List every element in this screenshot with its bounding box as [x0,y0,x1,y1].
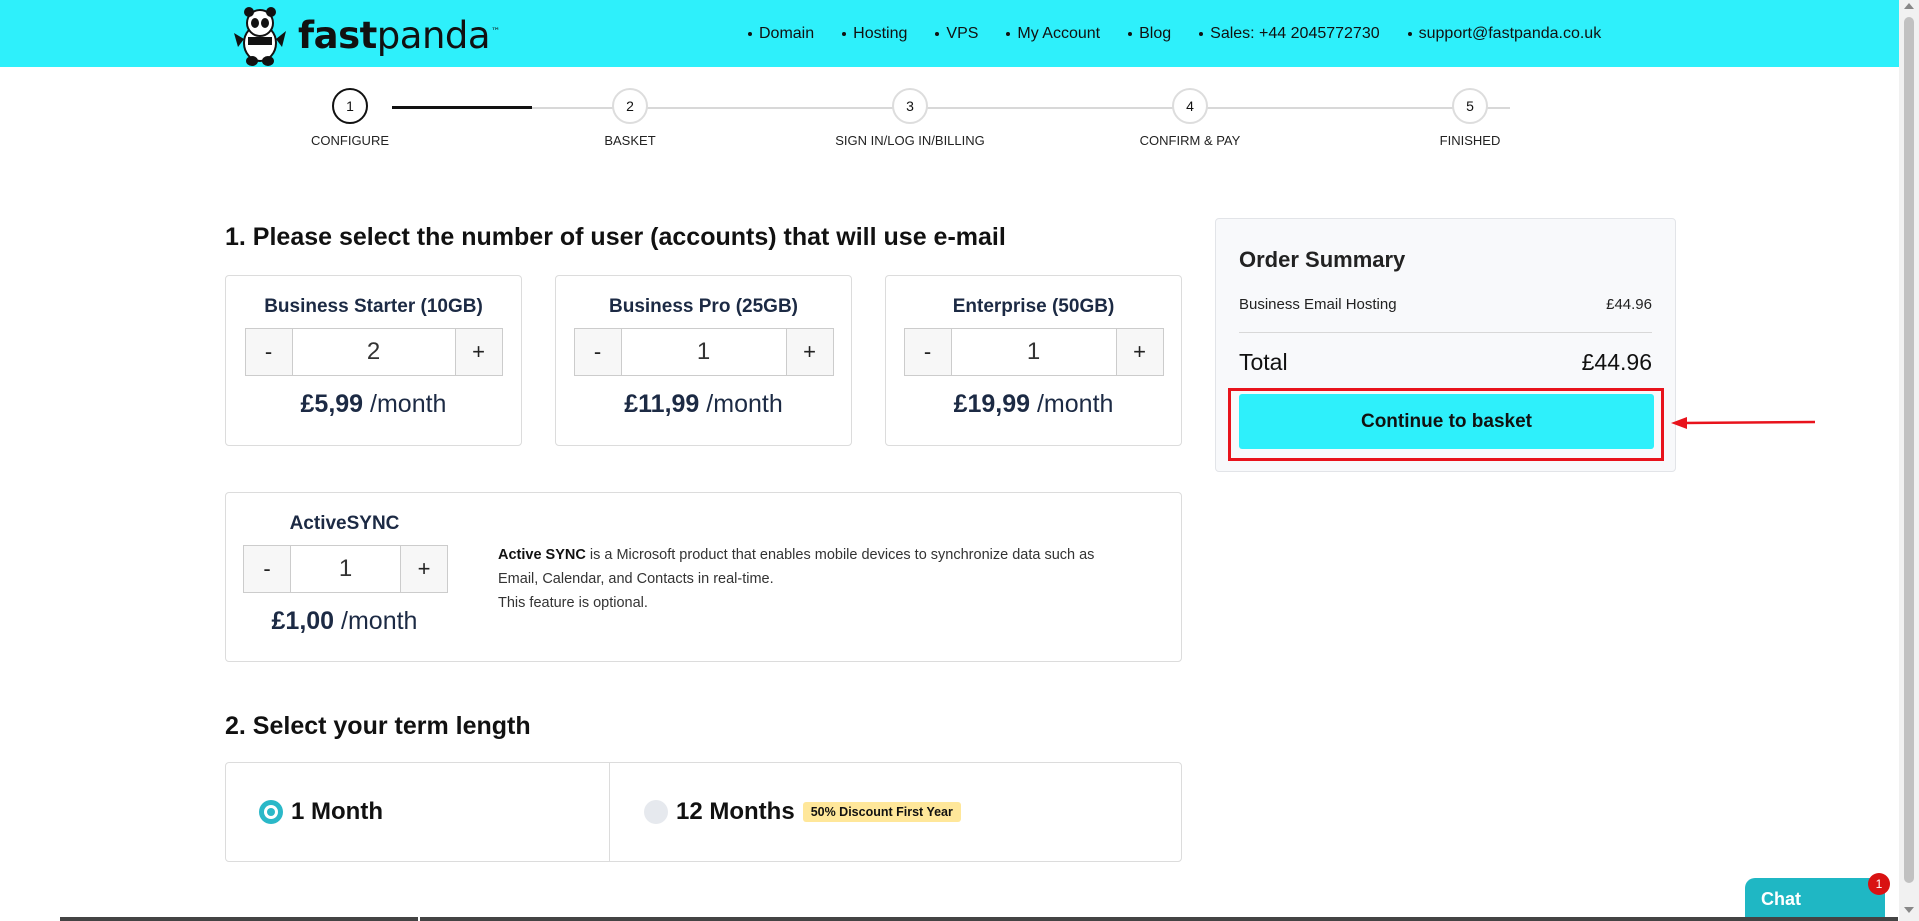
logo-wordmark: fastpanda™ [298,13,500,57]
plan-name: Business Starter (10GB) [264,296,483,317]
activesync-name: ActiveSYNC [289,513,400,534]
plan-name: Business Pro (25GB) [609,296,798,317]
increment-button[interactable]: + [786,329,833,375]
activesync-card: ActiveSYNC - 1 + £1,00 /month Active SYN… [225,492,1182,662]
step-number: 4 [1172,88,1208,124]
bullet-icon [1128,31,1133,36]
plan-name: Enterprise (50GB) [952,296,1115,317]
main-nav: Domain Hosting VPS My Account Blog Sales… [748,0,1629,67]
step-finished: 5 Finished [1380,88,1560,148]
decrement-button[interactable]: - [904,329,951,375]
discount-badge: 50% Discount First Year [802,802,961,822]
quantity-input[interactable]: 1 [620,329,787,375]
quantity-input[interactable]: 1 [950,329,1117,375]
footer-edge [60,917,1898,921]
term-label: 1 Month [291,798,383,825]
activesync-description: Active SYNC is a Microsoft product that … [498,547,1095,611]
footer-edge-gap [418,917,420,921]
step-label: Sign in/Log in/Billing [835,133,985,148]
section-term-heading: 2. Select your term length [225,712,531,740]
nav-support-email[interactable]: support@fastpanda.co.uk [1407,25,1601,43]
bullet-icon [748,31,752,36]
scroll-up-arrow-icon[interactable] [1904,3,1914,9]
bullet-icon [935,31,940,36]
top-header: fastpanda™ Domain Hosting VPS My Account… [0,0,1899,67]
summary-line-item: Business Email Hosting £44.96 [1239,296,1652,313]
step-label: Confirm & Pay [1139,133,1241,148]
step-label: Configure [311,133,389,148]
decrement-button[interactable]: - [574,329,621,375]
term-divider [609,763,610,861]
panda-logo-icon [234,7,286,66]
step-number: 2 [612,88,648,124]
plan-card-business-pro: Business Pro (25GB) - 1 + £11,99 /month [555,275,852,446]
step-number: 3 [892,88,928,124]
summary-divider [1239,332,1652,333]
line-item-price: £44.96 [1606,296,1652,313]
line-item-name: Business Email Hosting [1239,296,1397,313]
increment-button[interactable]: + [1116,329,1163,375]
step-label: Finished [1439,133,1501,148]
quantity-stepper: - 2 + [244,328,503,376]
nav-blog[interactable]: Blog [1128,25,1171,43]
step-number: 5 [1452,88,1488,124]
bullet-icon [1006,31,1011,36]
plan-price: £11,99 /month [624,390,783,418]
scroll-thumb[interactable] [1904,17,1914,883]
step-label: Basket [604,133,656,148]
nav-my-account[interactable]: My Account [1006,25,1100,43]
section-users-heading: 1. Please select the number of user (acc… [225,223,1006,251]
quantity-input[interactable]: 2 [291,329,456,375]
order-summary-title: Order Summary [1239,247,1406,272]
decrement-button[interactable]: - [244,546,290,592]
term-length-card: 1 Month 12 Months 50% Discount First Yea… [225,762,1182,862]
highlight-box [1228,388,1664,461]
quantity-stepper: - 1 + [243,545,448,593]
fastpanda-logo[interactable]: fastpanda™ [230,2,500,68]
scroll-down-arrow-icon[interactable] [1904,907,1914,913]
total-label: Total [1239,349,1288,375]
term-option-1-month[interactable]: 1 Month [259,763,383,861]
plan-price: £19,99 /month [953,390,1114,418]
total-price: £44.96 [1581,349,1652,375]
step-basket: 2 Basket [540,88,720,148]
plan-card-enterprise: Enterprise (50GB) - 1 + £19,99 /month [885,275,1182,446]
quantity-stepper: - 1 + [903,328,1164,376]
bullet-icon [842,31,847,36]
chat-notification-badge: 1 [1868,873,1890,895]
summary-total: Total £44.96 [1239,349,1652,376]
nav-sales-phone[interactable]: Sales: +44 2045772730 [1199,25,1380,43]
step-number: 1 [332,88,368,124]
chat-widget-button[interactable]: Chat [1745,878,1885,921]
step-configure: 1 Configure [260,88,440,148]
radio-unselected-icon[interactable] [644,800,668,824]
step-confirm-pay: 4 Confirm & Pay [1100,88,1280,148]
increment-button[interactable]: + [401,546,447,592]
increment-button[interactable]: + [455,329,502,375]
activesync-price: £1,00 /month [271,607,418,635]
decrement-button[interactable]: - [245,329,292,375]
plan-price: £5,99 /month [300,390,447,418]
bullet-icon [1407,31,1412,36]
checkout-stepper: 1 Configure 2 Basket 3 Sign in/Log in/Bi… [311,88,1510,158]
red-arrow-icon [1671,417,1816,429]
nav-domain[interactable]: Domain [748,25,814,43]
plan-card-business-starter: Business Starter (10GB) - 2 + £5,99 /mon… [225,275,522,446]
page-scrollbar[interactable] [1899,0,1919,921]
radio-selected-icon[interactable] [259,800,283,824]
quantity-input[interactable]: 1 [290,546,401,592]
term-option-12-months[interactable]: 12 Months 50% Discount First Year [644,763,961,861]
term-label: 12 Months [676,798,795,825]
quantity-stepper: - 1 + [573,328,834,376]
nav-hosting[interactable]: Hosting [842,25,907,43]
nav-vps[interactable]: VPS [935,25,978,43]
step-signin-billing: 3 Sign in/Log in/Billing [820,88,1000,148]
bullet-icon [1199,31,1204,36]
